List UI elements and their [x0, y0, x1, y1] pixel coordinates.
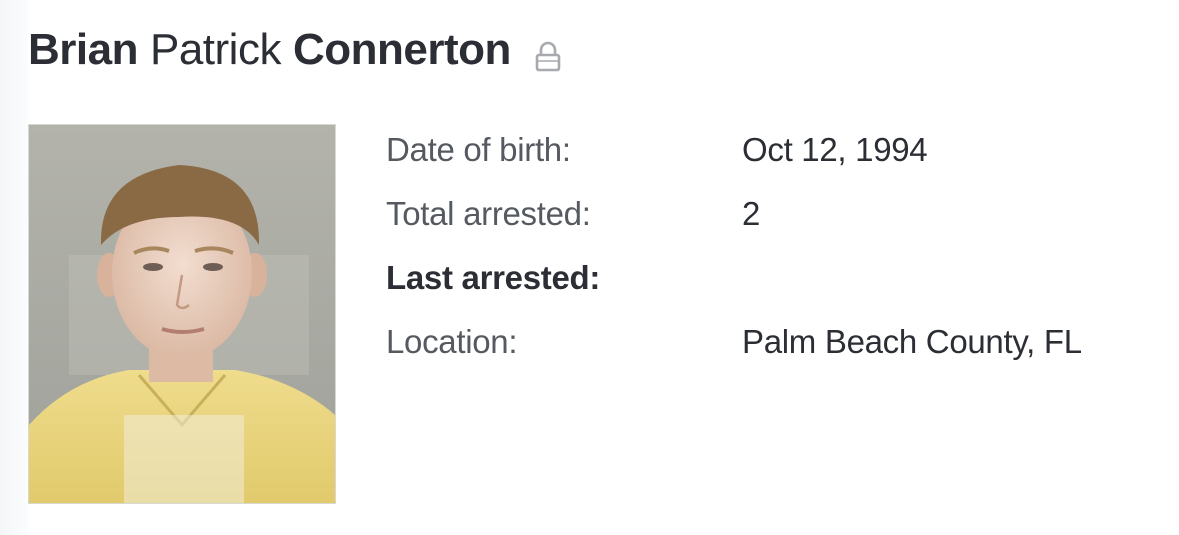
detail-value: 2: [742, 195, 761, 232]
detail-label: Location:: [386, 323, 518, 360]
first-name: Brian: [28, 25, 138, 74]
lock-icon[interactable]: [533, 35, 563, 72]
left-margin-strip: [0, 0, 28, 535]
detail-row-total-arrested: Total arrested: 2: [386, 182, 1166, 246]
details-table: Date of birth: Oct 12, 1994 Total arrest…: [386, 118, 1166, 374]
profile-card: Brian Patrick Connerton Date of birth: O…: [0, 0, 1179, 535]
detail-row-date-of-birth: Date of birth: Oct 12, 1994: [386, 118, 1166, 182]
detail-value: Oct 12, 1994: [742, 131, 928, 168]
detail-value: Palm Beach County, FL: [742, 323, 1082, 360]
detail-row-location: Location: Palm Beach County, FL: [386, 310, 1166, 374]
middle-name: Patrick: [149, 25, 281, 74]
mugshot-photo: [28, 124, 336, 504]
detail-row-last-arrested: Last arrested:: [386, 246, 1166, 310]
last-name: Connerton: [292, 25, 511, 74]
detail-label: Total arrested:: [386, 195, 591, 232]
detail-label: Date of birth:: [386, 131, 571, 168]
detail-label: Last arrested:: [386, 259, 601, 296]
person-name-header: Brian Patrick Connerton: [28, 22, 563, 78]
